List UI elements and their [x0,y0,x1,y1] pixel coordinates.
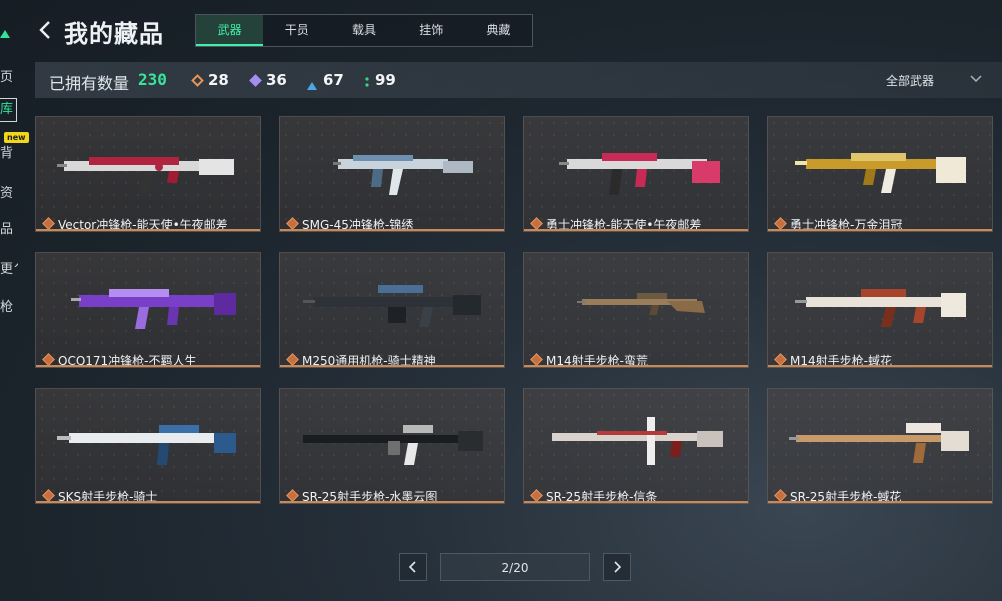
next-page-button[interactable] [603,553,631,581]
owned-summary-bar: 已拥有数量 230 28 36 67 99 全部武器 [35,62,1002,98]
rarity-blue-value: 67 [323,71,344,89]
nav-item-items[interactable]: 品 [0,218,18,237]
weapon-card[interactable]: SKS射手步枪-骑士 [35,388,261,504]
weapon-image [303,285,481,327]
nav-item-collection[interactable]: 库 [0,98,17,122]
weapon-name: 勇士冲锋枪-能天使•午夜邮差 [546,218,702,232]
rarity-orange-value: 28 [208,71,229,89]
nav-up-arrow-icon[interactable] [0,30,10,38]
weapon-card[interactable]: SR-25射手步枪-水墨云图 [279,388,505,504]
rarity-purple-value: 36 [266,71,287,89]
weapon-name: SKS射手步枪-骑士 [58,490,158,504]
back-button[interactable] [38,20,52,40]
weapon-card[interactable]: 勇士冲锋枪-万金泪冠 [767,116,993,232]
nav-item-backpack[interactable]: 背 [0,142,18,161]
weapon-name: M14射手步枪-蜮花 [790,354,892,368]
weapon-image [795,289,966,327]
chevron-down-icon[interactable] [970,72,982,86]
weapon-image [552,417,723,465]
chevron-left-icon [39,21,50,39]
weapon-card[interactable]: QCQ171冲锋枪-不羁人生 [35,252,261,368]
weapon-image [71,289,236,329]
weapon-filter-dropdown[interactable]: 全部武器 [886,72,934,89]
weapon-name: SMG-45冲锋枪-锦绣 [302,218,414,232]
weapon-name: SR-25射手步枪-蜮花 [790,490,902,504]
nav-item-resources[interactable]: 资 [0,182,18,201]
chevron-right-icon [614,561,622,573]
weapon-image [559,153,720,195]
rarity-blue-count: 67 [307,71,344,90]
orange-diamond-icon [191,73,204,87]
weapon-image [333,155,473,195]
owned-count: 230 [138,70,167,89]
rarity-orange-count: 28 [191,71,229,89]
weapon-card[interactable]: M14射手步枪-蜮花 [767,252,993,368]
side-nav: 页 库 new 背 资 品 更^ 枪 [0,0,29,601]
weapon-name: M14射手步枪-蛮荒 [546,354,648,368]
weapon-image [57,425,236,465]
weapon-name: Vector冲锋枪-能天使•午夜邮差 [58,218,228,232]
page-title: 我的藏品 [64,20,164,48]
weapon-image [57,157,234,193]
weapon-card[interactable]: 勇士冲锋枪-能天使•午夜邮差 [523,116,749,232]
nav-item-home[interactable]: 页 [0,66,18,85]
weapon-name: SR-25射手步枪-水墨云图 [302,490,438,504]
tab-weapons[interactable]: 武器 [196,15,264,46]
weapon-card[interactable]: SMG-45冲锋枪-锦绣 [279,116,505,232]
purple-diamond-icon [249,73,262,87]
page-indicator: 2/20 [440,553,590,581]
green-dots-icon [365,74,369,87]
owned-label: 已拥有数量 [49,74,130,93]
weapon-image [789,423,969,463]
weapon-card[interactable]: M14射手步枪-蛮荒 [523,252,749,368]
tab-charms[interactable]: 挂饰 [398,15,465,46]
weapon-image [577,293,705,315]
tab-collections[interactable]: 典藏 [465,15,532,46]
nav-item-more[interactable]: 更^ [0,258,18,277]
rarity-green-count: 99 [365,71,396,89]
blue-triangle-icon [307,76,317,90]
weapon-card[interactable]: SR-25射手步枪-蜮花 [767,388,993,504]
weapon-card[interactable]: SR-25射手步枪-信条 [523,388,749,504]
nav-item-guns[interactable]: 枪 [0,296,18,315]
weapon-image [303,425,483,465]
weapon-name: QCQ171冲锋枪-不羁人生 [58,354,197,368]
chevron-left-icon [408,561,416,573]
weapon-name: 勇士冲锋枪-万金泪冠 [790,218,903,232]
category-tabs: 武器 干员 载具 挂饰 典藏 [195,14,533,47]
rarity-green-value: 99 [375,71,396,89]
tab-vehicles[interactable]: 载具 [330,15,397,46]
weapon-name: SR-25射手步枪-信条 [546,490,658,504]
weapon-card[interactable]: M250通用机枪-骑士精神 [279,252,505,368]
weapon-card[interactable]: Vector冲锋枪-能天使•午夜邮差 [35,116,261,232]
prev-page-button[interactable] [399,553,427,581]
weapon-image [795,153,966,193]
rarity-purple-count: 36 [249,71,287,89]
weapon-name: M250通用机枪-骑士精神 [302,354,436,368]
tab-operators[interactable]: 干员 [263,15,330,46]
